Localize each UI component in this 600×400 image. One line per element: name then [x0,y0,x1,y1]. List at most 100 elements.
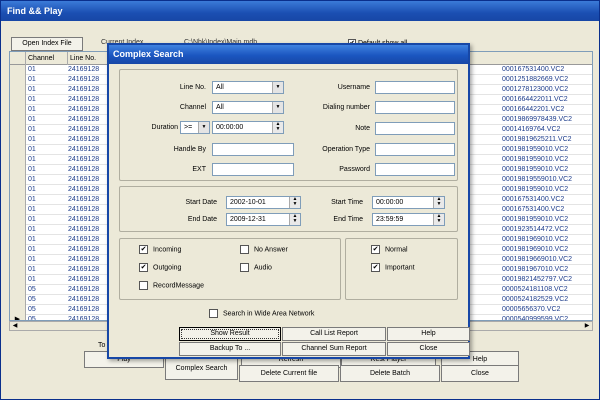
line-no-label: Line No. [179,84,206,91]
row-indicator[interactable] [10,65,26,75]
chevron-down-icon[interactable]: ▼ [272,82,283,93]
scroll-left-icon[interactable]: ◀ [10,322,20,330]
delete-current-file-button[interactable]: Delete Current file [239,365,339,382]
row-channel-cell: 01 [28,76,36,83]
to-label: To [98,342,106,349]
backup-to-button[interactable]: Backup To ... [179,342,281,356]
row-indicator[interactable] [10,185,26,195]
criteria-group: Line No. All ▼ Channel All ▼ Duration >= ▼ … [119,69,458,181]
normal-checkbox[interactable]: ✔ Normal [371,245,408,254]
row-file-cell: 0000524182​529.VC2 [502,296,569,303]
important-checkbox[interactable]: ✔ Important [371,263,415,272]
row-indicator[interactable] [10,155,26,165]
row-file-cell: 0001923514​472.VC2 [502,226,569,233]
wide-area-network-checkbox[interactable]: Search in Wide Area Network [209,309,314,318]
row-indicator[interactable] [10,75,26,85]
dialog-title: Complex Search [109,45,468,64]
start-time-input[interactable]: 00:00:00 ▲ ▼ [372,196,445,209]
note-input[interactable] [375,122,455,135]
channel-label: Channel [179,104,206,111]
row-indicator[interactable] [10,245,26,255]
handle-by-label: Handle By [173,146,206,153]
row-file-cell: 0001981969​010.VC2 [502,246,569,253]
row-file-cell: 0001981967​010.VC2 [502,266,569,273]
row-channel-cell: 01 [28,146,36,153]
row-indicator[interactable] [10,145,26,155]
row-channel-cell: 01 [28,96,36,103]
operation-type-input[interactable] [375,143,455,156]
row-indicator[interactable] [10,105,26,115]
dialog-close-button[interactable]: Close [387,342,470,356]
open-index-file-button[interactable]: Open Index File [11,37,83,51]
duration-operator-select[interactable]: >= ▼ [180,121,210,134]
chevron-down-icon[interactable]: ▼ [198,122,209,133]
row-indicator[interactable] [10,235,26,245]
username-input[interactable] [375,81,455,94]
row-file-cell: 0001981969​010.VC2 [502,236,569,243]
row-indicator[interactable] [10,165,26,175]
row-file-cell: 0001986997​8439.VC2 [502,116,573,123]
dialing-number-label: Dialing number [322,104,370,111]
row-channel-cell: 01 [28,236,36,243]
row-file-cell: 0001664422011.VC2 [502,96,568,103]
channel-sum-report-button[interactable]: Channel Sum Report [282,342,386,356]
dialog-help-button[interactable]: Help [387,327,470,341]
outgoing-checkbox[interactable]: ✔ Outgoing [139,263,181,272]
row-channel-cell: 01 [28,276,36,283]
record-message-checkbox[interactable]: RecordMessage [139,281,204,290]
row-channel-cell: 01 [28,226,36,233]
row-channel-cell: 01 [28,196,36,203]
channel-select[interactable]: All ▼ [212,101,284,114]
row-indicator[interactable] [10,255,26,265]
spinner-icon[interactable]: ▲ ▼ [433,197,444,208]
row-indicator[interactable] [10,265,26,275]
row-indicator[interactable] [10,225,26,235]
row-channel-cell: 01 [28,116,36,123]
row-indicator[interactable] [10,175,26,185]
row-indicator[interactable] [10,275,26,285]
row-channel-cell: 01 [28,186,36,193]
ext-input[interactable] [212,163,294,176]
password-input[interactable] [375,163,455,176]
line-no-select[interactable]: All ▼ [212,81,284,94]
handle-by-input[interactable] [212,143,294,156]
spinner-icon[interactable]: ▲ ▼ [433,214,444,225]
show-result-button[interactable]: Show Result [179,327,281,341]
duration-input[interactable]: 00:00:00 ▲ ▼ [212,121,284,134]
row-file-cell: 00014169​764.VC2 [502,126,561,133]
dialing-number-input[interactable] [375,101,455,114]
row-file-cell: 0000565​6370.VC2 [502,306,561,313]
spinner-icon[interactable]: ▲ ▼ [272,122,283,133]
row-indicator[interactable] [10,205,26,215]
row-indicator[interactable] [10,135,26,145]
incoming-checkbox[interactable]: ✔ Incoming [139,245,181,254]
row-file-cell: 0001675314​00.VC2 [502,196,565,203]
row-indicator[interactable] [10,285,26,295]
col-channel[interactable]: Channel [26,52,68,65]
duration-label: Duration [151,124,178,131]
audio-checkbox[interactable]: Audio [240,263,272,272]
end-time-input[interactable]: 23:59:59 ▲ ▼ [372,213,445,226]
row-indicator[interactable] [10,215,26,225]
row-indicator[interactable] [10,195,26,205]
row-indicator[interactable] [10,95,26,105]
date-time-group: Start Date 2002-10-01 ▲ ▼ End Date 2009-12… [119,186,458,232]
call-list-report-button[interactable]: Call List Report [282,327,386,341]
row-channel-cell: 01 [28,256,36,263]
end-time-label: End Time [333,216,363,223]
row-indicator[interactable] [10,85,26,95]
delete-batch-button[interactable]: Delete Batch [340,365,440,382]
row-indicator[interactable] [10,125,26,135]
row-indicator[interactable] [10,115,26,125]
row-file-cell: 0001981959​010.VC2 [502,156,569,163]
no-answer-checkbox[interactable]: No Answer [240,245,288,254]
row-indicator[interactable] [10,305,26,315]
complex-search-button[interactable]: Complex Search [165,358,238,380]
close-button[interactable]: Close [441,365,519,382]
row-channel-cell: 01 [28,246,36,253]
chevron-down-icon[interactable]: ▼ [272,102,283,113]
call-type-group: ✔ Incoming ✔ Outgoing RecordMessage No Ans… [119,238,341,300]
row-channel-cell: 01 [28,156,36,163]
scroll-right-icon[interactable]: ▶ [582,322,592,330]
row-indicator[interactable] [10,295,26,305]
